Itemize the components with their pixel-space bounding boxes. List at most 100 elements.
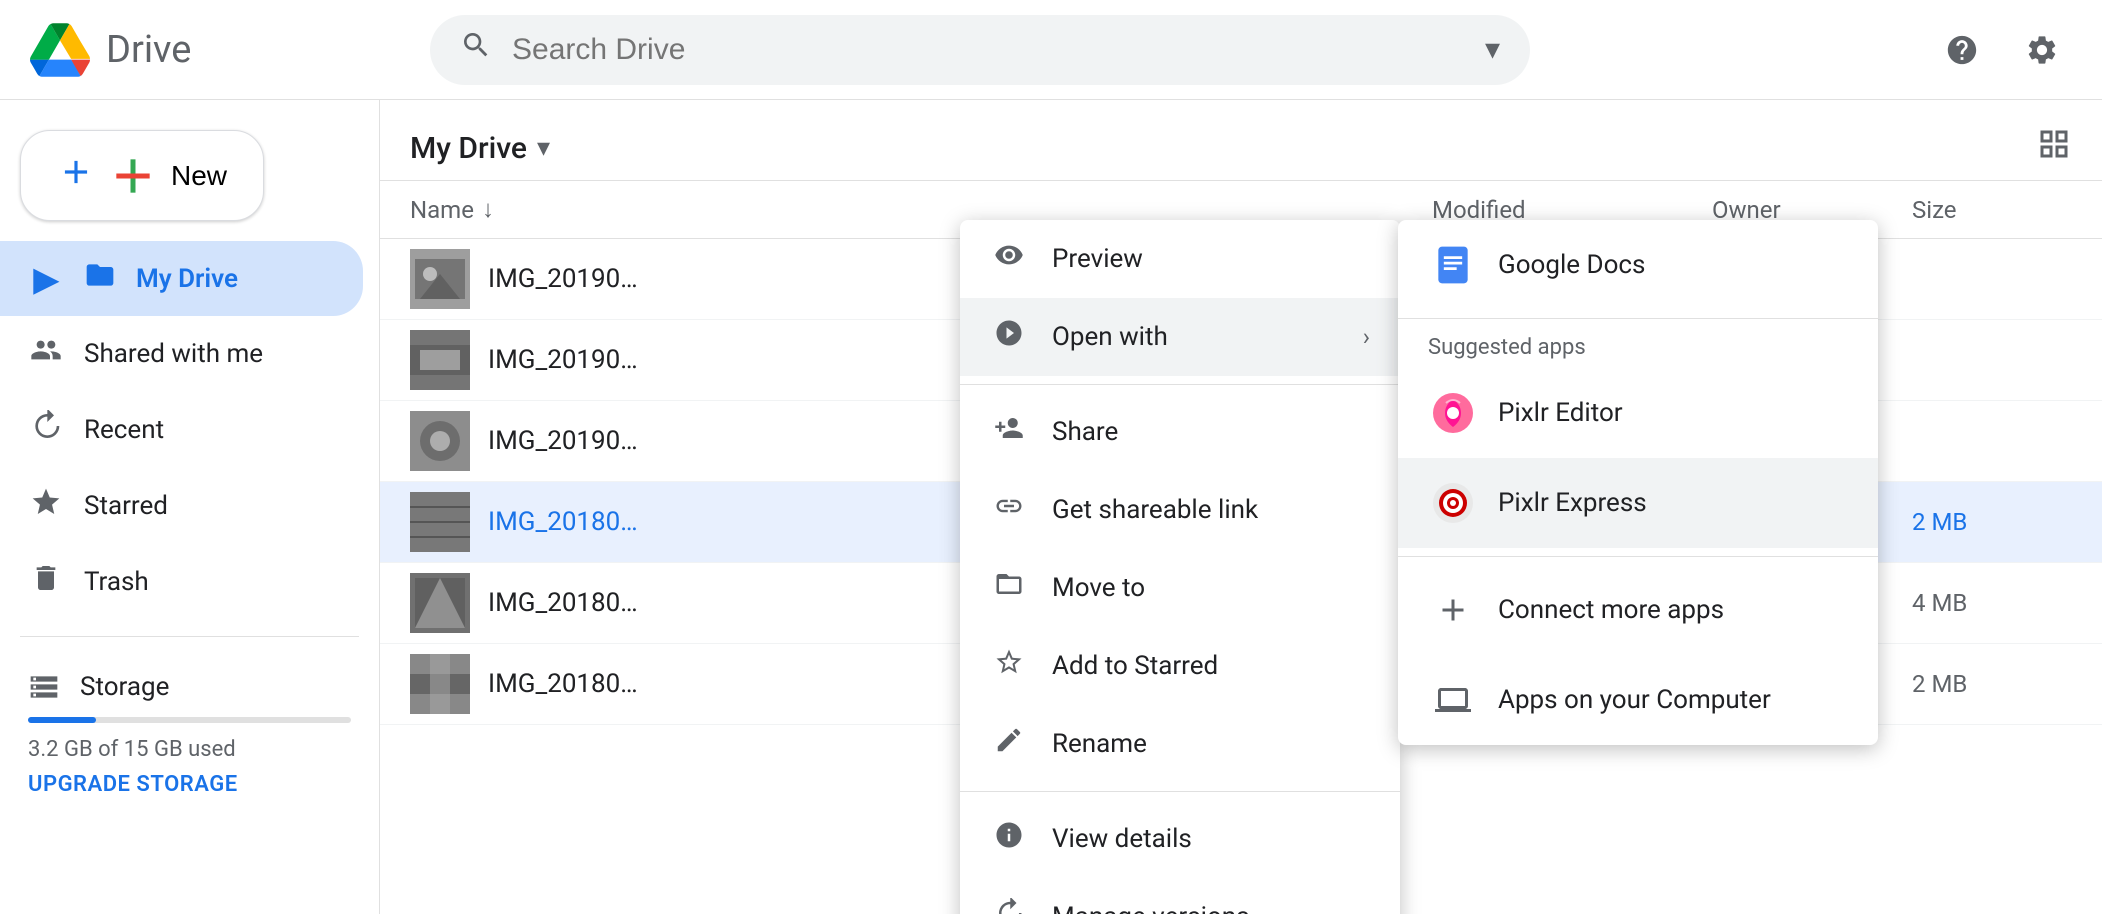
my-drive-folder-icon [84, 259, 116, 298]
file-thumbnail [410, 492, 470, 552]
menu-divider-1 [960, 384, 1400, 385]
new-button[interactable]: New [20, 130, 264, 221]
sidebar-item-my-drive[interactable]: ▶ My Drive [0, 241, 363, 316]
pixlr-express-icon [1428, 478, 1478, 528]
breadcrumb-dropdown-icon[interactable]: ▾ [537, 133, 550, 163]
sidebar-item-shared-with-me[interactable]: Shared with me [0, 316, 363, 392]
open-with-icon [990, 318, 1028, 356]
trash-icon [28, 562, 64, 602]
view-details-icon [990, 820, 1028, 858]
colorful-plus-icon [113, 156, 153, 196]
content-header: My Drive ▾ [380, 100, 2102, 181]
main-layout: New ▶ My Drive Shared with me Recent [0, 100, 2102, 914]
drive-logo-icon [30, 20, 90, 80]
file-thumbnail [410, 411, 470, 471]
google-docs-icon [1428, 240, 1478, 290]
settings-button[interactable] [2012, 20, 2072, 80]
submenu-google-docs[interactable]: Google Docs [1398, 220, 1878, 310]
open-with-submenu: Google Docs Suggested apps Pixlr Editor [1398, 220, 1878, 745]
sidebar-item-trash[interactable]: Trash [0, 544, 363, 620]
connect-apps-icon [1428, 585, 1478, 635]
sidebar-item-label-shared: Shared with me [84, 339, 263, 369]
google-docs-label: Google Docs [1498, 250, 1645, 280]
top-bar: Drive ▾ [0, 0, 2102, 100]
file-thumbnail [410, 330, 470, 390]
context-menu-get-link[interactable]: Get shareable link [960, 471, 1400, 549]
recent-icon [28, 410, 64, 450]
apps-on-computer-label: Apps on your Computer [1498, 685, 1771, 715]
view-toggle-button[interactable] [2036, 126, 2072, 170]
open-with-label: Open with [1052, 322, 1339, 352]
context-menu-open-with[interactable]: Open with › [960, 298, 1400, 376]
open-with-arrow-icon: › [1363, 323, 1370, 351]
file-thumbnail [410, 573, 470, 633]
submenu-pixlr-express[interactable]: Pixlr Express [1398, 458, 1878, 548]
storage-title: Storage [80, 672, 169, 702]
file-size: 2 MB [1912, 670, 2072, 698]
sidebar-item-recent[interactable]: Recent [0, 392, 363, 468]
context-menu-manage-versions[interactable]: Manage versions [960, 878, 1400, 914]
context-menu-rename[interactable]: Rename [960, 705, 1400, 783]
file-size-highlighted: 2 MB [1912, 508, 2072, 536]
add-starred-icon [990, 647, 1028, 685]
get-link-label: Get shareable link [1052, 495, 1370, 525]
pixlr-editor-icon [1428, 388, 1478, 438]
storage-section: Storage 3.2 GB of 15 GB used UPGRADE STO… [0, 653, 379, 815]
my-drive-breadcrumb: My Drive [410, 131, 527, 166]
storage-bar-fill [28, 717, 96, 723]
share-label: Share [1052, 417, 1370, 447]
top-right-actions [1932, 20, 2072, 80]
share-icon [990, 413, 1028, 451]
add-starred-label: Add to Starred [1052, 651, 1370, 681]
pixlr-express-label: Pixlr Express [1498, 488, 1647, 518]
file-size: 4 MB [1912, 589, 2072, 617]
help-button[interactable] [1932, 20, 1992, 80]
new-plus-icon [57, 153, 95, 198]
submenu-connect-more-apps[interactable]: Connect more apps [1398, 565, 1878, 655]
upgrade-storage-link[interactable]: UPGRADE STORAGE [28, 772, 351, 797]
file-thumbnail [410, 249, 470, 309]
context-menu-share[interactable]: Share [960, 393, 1400, 471]
submenu-pixlr-editor[interactable]: Pixlr Editor [1398, 368, 1878, 458]
menu-divider-2 [960, 791, 1400, 792]
submenu-divider-1 [1398, 318, 1878, 319]
logo-area: Drive [30, 20, 410, 80]
search-dropdown-icon[interactable]: ▾ [1485, 32, 1500, 67]
starred-icon [28, 486, 64, 526]
search-bar[interactable]: ▾ [430, 15, 1530, 85]
view-details-label: View details [1052, 824, 1370, 854]
size-column-header: Size [1912, 196, 2072, 224]
link-icon [990, 491, 1028, 529]
my-drive-expand-icon: ▶ [28, 260, 64, 298]
search-icon [460, 29, 492, 70]
shared-icon [28, 334, 64, 374]
sidebar-item-label-recent: Recent [84, 415, 164, 445]
context-menu-move-to[interactable]: Move to [960, 549, 1400, 627]
manage-versions-label: Manage versions [1052, 902, 1370, 914]
storage-bar-background [28, 717, 351, 723]
context-menu-preview[interactable]: Preview [960, 220, 1400, 298]
connect-more-apps-label: Connect more apps [1498, 595, 1724, 625]
sidebar-item-label-my-drive: My Drive [136, 264, 238, 294]
search-input[interactable] [512, 33, 1465, 67]
move-to-icon [990, 569, 1028, 607]
rename-icon [990, 725, 1028, 763]
suggested-apps-label: Suggested apps [1398, 327, 1878, 368]
sidebar-item-starred[interactable]: Starred [0, 468, 363, 544]
file-thumbnail [410, 654, 470, 714]
context-menu-add-starred[interactable]: Add to Starred [960, 627, 1400, 705]
rename-label: Rename [1052, 729, 1370, 759]
computer-icon [1428, 675, 1478, 725]
storage-label: Storage [28, 671, 351, 703]
manage-versions-icon [990, 898, 1028, 914]
submenu-apps-on-computer[interactable]: Apps on your Computer [1398, 655, 1878, 745]
move-to-label: Move to [1052, 573, 1370, 603]
content-area: My Drive ▾ Name ↓ Modified Owner Size [380, 100, 2102, 914]
preview-label: Preview [1052, 244, 1370, 274]
storage-icon [28, 671, 60, 703]
new-button-label: New [171, 160, 227, 192]
sidebar: New ▶ My Drive Shared with me Recent [0, 100, 380, 914]
sidebar-item-label-trash: Trash [84, 567, 149, 597]
context-menu-view-details[interactable]: View details [960, 800, 1400, 878]
submenu-divider-2 [1398, 556, 1878, 557]
